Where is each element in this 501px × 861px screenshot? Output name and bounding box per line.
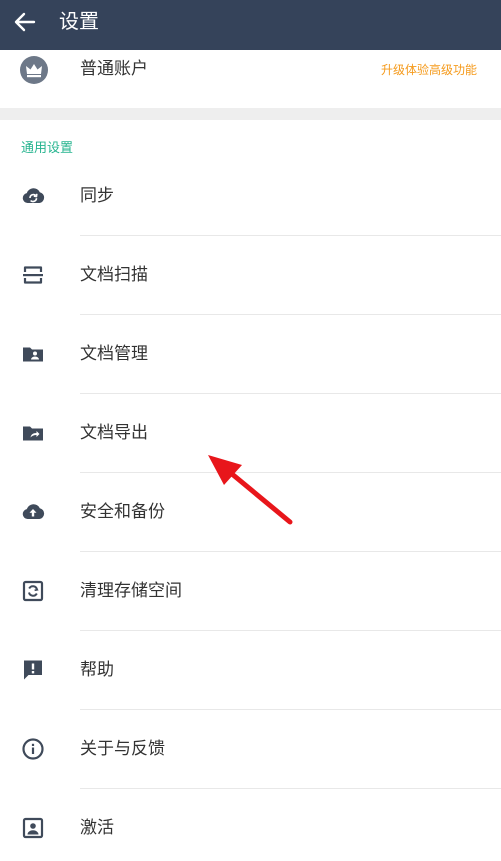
menu-item-label: 文档扫描 (80, 265, 148, 285)
menu-item-document-scan[interactable]: 文档扫描 (0, 236, 501, 315)
feedback-alert-icon (24, 660, 42, 680)
menu-item-label: 文档管理 (80, 344, 148, 364)
menu-item-activate[interactable]: 激活 (0, 789, 501, 861)
cloud-upload-icon (22, 504, 45, 519)
account-type-label: 普通账户 (80, 59, 148, 79)
app-bar: 设置 (0, 0, 501, 50)
menu-item-document-management[interactable]: 文档管理 (0, 315, 501, 394)
upgrade-link[interactable]: 升级体验高级功能 (381, 62, 477, 78)
menu-item-document-export[interactable]: 文档导出 (0, 394, 501, 473)
menu-item-clean-storage[interactable]: 清理存储空间 (0, 552, 501, 631)
settings-screen: 设置 普通账户 升级体验高级功能 通用设置 同步 文档扫描 文档管理 文档导出 … (0, 0, 501, 861)
account-box-icon (22, 817, 44, 839)
menu-item-help[interactable]: 帮助 (0, 631, 501, 710)
arrow-left-icon (14, 12, 36, 32)
crown-icon (26, 64, 42, 78)
menu-item-label: 文档导出 (80, 423, 148, 443)
scan-frame-icon (23, 266, 43, 284)
menu-item-label: 激活 (80, 818, 114, 838)
folder-export-icon (23, 426, 43, 441)
page-title: 设置 (59, 9, 99, 33)
folder-person-icon (23, 347, 43, 362)
account-avatar (20, 56, 48, 84)
menu-item-label: 帮助 (80, 660, 114, 680)
back-button[interactable] (10, 7, 40, 37)
menu-item-security-backup[interactable]: 安全和备份 (0, 473, 501, 552)
sync-cloud-icon (22, 188, 45, 203)
section-divider (0, 108, 501, 120)
menu-item-label: 关于与反馈 (80, 739, 165, 759)
section-header-general: 通用设置 (21, 141, 74, 156)
menu-item-about-feedback[interactable]: 关于与反馈 (0, 710, 501, 789)
settings-menu: 同步 文档扫描 文档管理 文档导出 安全和备份 清理存储空间 帮助 关于与反馈 … (0, 157, 501, 861)
menu-item-sync[interactable]: 同步 (0, 157, 501, 236)
account-row[interactable]: 普通账户 升级体验高级功能 (0, 50, 501, 108)
menu-item-label: 清理存储空间 (80, 581, 182, 601)
menu-item-label: 安全和备份 (80, 502, 165, 522)
menu-item-label: 同步 (80, 186, 114, 206)
clean-storage-icon (22, 580, 44, 602)
info-icon (22, 738, 44, 760)
